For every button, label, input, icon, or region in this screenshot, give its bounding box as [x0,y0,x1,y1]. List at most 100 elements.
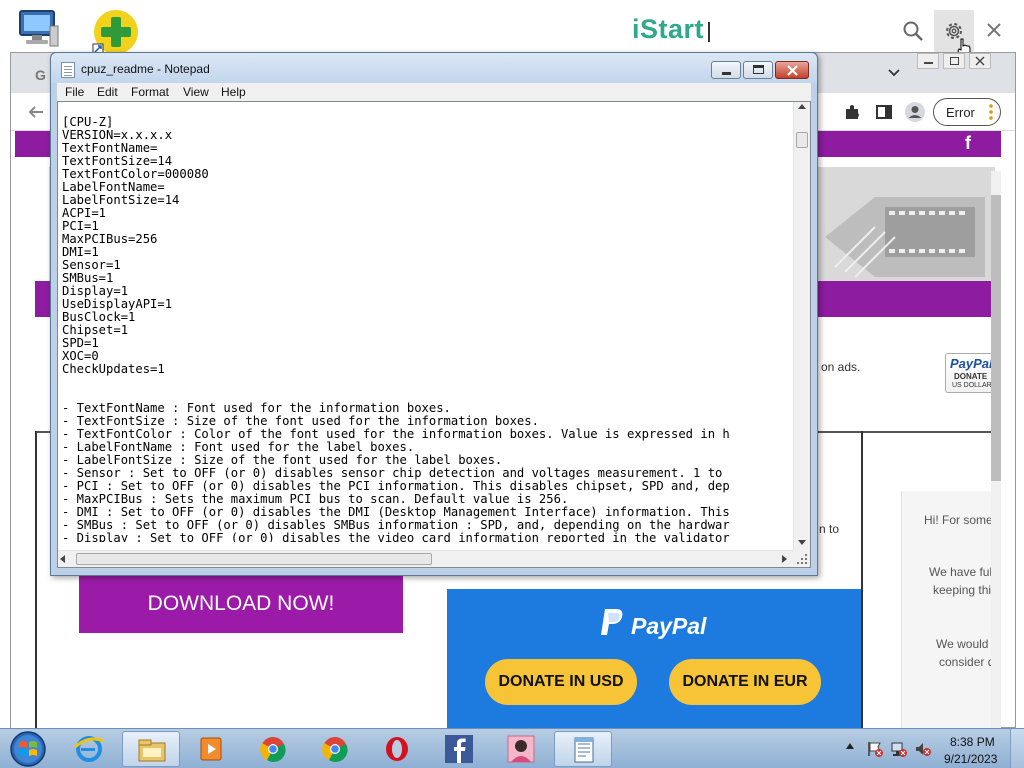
tray-expand-icon[interactable] [846,743,854,749]
text-line: MaxPCIBus=256 [62,232,158,246]
minimize-button[interactable] [711,61,741,79]
taskbar-media-player-button[interactable] [182,731,240,767]
vertical-scrollbar-thumb[interactable] [796,132,808,148]
browser-minimize-button[interactable] [917,53,939,69]
taskbar-facebook-button[interactable] [430,731,488,767]
back-arrow-icon[interactable] [27,103,45,121]
clock-date[interactable]: 9/21/2023 [944,752,997,766]
page-scrollbar-thumb[interactable] [991,195,1001,481]
start-button[interactable] [8,730,48,768]
chat-message: Hi! For some re [924,513,1001,527]
taskbar-chrome-button[interactable] [244,731,302,767]
menu-dots-icon[interactable] [984,103,998,121]
menu-file[interactable]: File [65,85,84,99]
error-label: Error [946,105,975,120]
text-line [62,376,790,389]
notepad-text-area[interactable]: [CPU-Z] VERSION=x.x.x.x TextFontName= TextF… [62,116,790,542]
volume-muted-icon[interactable] [914,740,932,758]
notepad-window: cpuz_readme - Notepad File Edit Format V… [50,52,818,576]
notepad-title-bar[interactable]: cpuz_readme - Notepad [51,53,817,83]
error-button[interactable]: Error [933,98,1001,126]
facebook-icon [443,735,475,763]
taskbar-internet-explorer-button[interactable] [60,731,118,767]
taskbar: 8:38 PM 9/21/2023 [0,728,1024,768]
close-icon [787,65,798,76]
computer-icon[interactable] [16,8,60,48]
chat-panel[interactable]: Hi! For some re We have full r keeping t… [901,491,1001,728]
download-now-button[interactable]: DOWNLOAD NOW! [79,575,403,633]
browser-close-button[interactable] [969,53,991,69]
opera-icon [381,735,413,763]
action-center-flag-icon[interactable] [866,740,884,758]
ads-text: on ads. [821,360,861,374]
text-line: LabelFontSize=14 [62,193,180,207]
scroll-up-arrow-icon[interactable] [798,104,806,109]
circuit-board-image [815,167,995,281]
menu-view[interactable]: View [183,85,209,99]
text-line: PCI=1 [62,219,99,233]
file-explorer-icon [136,736,168,764]
menu-edit[interactable]: Edit [97,85,118,99]
page-scrollbar[interactable] [991,171,1001,728]
facebook-icon[interactable]: f [965,133,971,154]
scroll-down-arrow-icon[interactable] [798,540,806,545]
media-player-icon [195,735,227,763]
menu-help[interactable]: Help [221,85,246,99]
donate-eur-button[interactable]: DONATE IN EUR [669,659,821,705]
scroll-right-arrow-icon[interactable] [782,555,787,563]
show-desktop-button[interactable] [1010,729,1024,768]
divider [861,431,863,728]
text-line: UseDisplayAPI=1 [62,297,173,311]
notepad-icon [568,736,600,764]
browser-window-controls [917,53,1007,71]
notepad-menu-bar: File Edit Format View Help [57,83,811,101]
network-icon[interactable] [890,740,908,758]
internet-explorer-icon [73,735,105,763]
horizontal-scrollbar-thumb[interactable] [76,553,432,565]
taskbar-notepad-button[interactable] [554,731,612,767]
search-icon[interactable] [902,20,924,42]
text-line: TextFontColor=000080 [62,167,209,181]
resize-grip-icon[interactable] [793,550,810,567]
taskbar-opera-button[interactable] [368,731,426,767]
taskbar-photo-app-button[interactable] [492,731,550,767]
tab-favicon[interactable]: G [35,67,46,83]
chrome-icon [257,735,289,763]
window-title: cpuz_readme - Notepad [81,62,210,76]
close-icon[interactable] [984,20,1004,40]
donate-usd-button[interactable]: DONATE IN USD [485,659,637,705]
notepad-icon [61,62,75,78]
text-line: VERSION=x.x.x.x [62,128,173,142]
close-button[interactable] [775,61,809,79]
text-fragment: n to [819,522,840,536]
horizontal-scrollbar[interactable] [58,550,793,567]
taskbar-chrome-alt-button[interactable] [306,731,364,767]
text-line: SPD=1 [62,336,99,350]
profile-icon[interactable] [904,101,926,123]
vertical-scrollbar[interactable] [793,102,810,550]
settings-button[interactable] [934,10,974,58]
chevron-down-icon[interactable] [887,67,901,79]
text-line: BusClock=1 [62,310,136,324]
maximize-button[interactable] [743,61,773,79]
istart-divider [708,22,710,42]
photo-app-icon [505,735,537,763]
text-line: ACPI=1 [62,206,107,220]
divider [35,431,37,728]
text-line: XOC=0 [62,349,99,363]
paypal-logo-text: PayPal [631,613,707,639]
clock-time[interactable]: 8:38 PM [950,735,995,749]
notepad-editor[interactable]: [CPU-Z] VERSION=x.x.x.x TextFontName= TextF… [57,101,811,568]
extensions-icon[interactable] [843,103,861,121]
taskbar-file-explorer-button[interactable] [122,731,180,767]
add-program-icon[interactable] [92,8,140,56]
menu-format[interactable]: Format [131,85,169,99]
text-line: - Display : Set to OFF (or 0) disables t… [62,531,730,543]
scroll-left-arrow-icon[interactable] [60,555,65,563]
browser-restore-button[interactable] [943,53,965,69]
text-line: Chipset=1 [62,323,129,337]
text-line: CheckUpdates=1 [62,362,165,376]
paypal-logo-icon [601,609,623,635]
side-panel-icon[interactable] [875,103,893,121]
text-line: SMBus=1 [62,271,114,285]
